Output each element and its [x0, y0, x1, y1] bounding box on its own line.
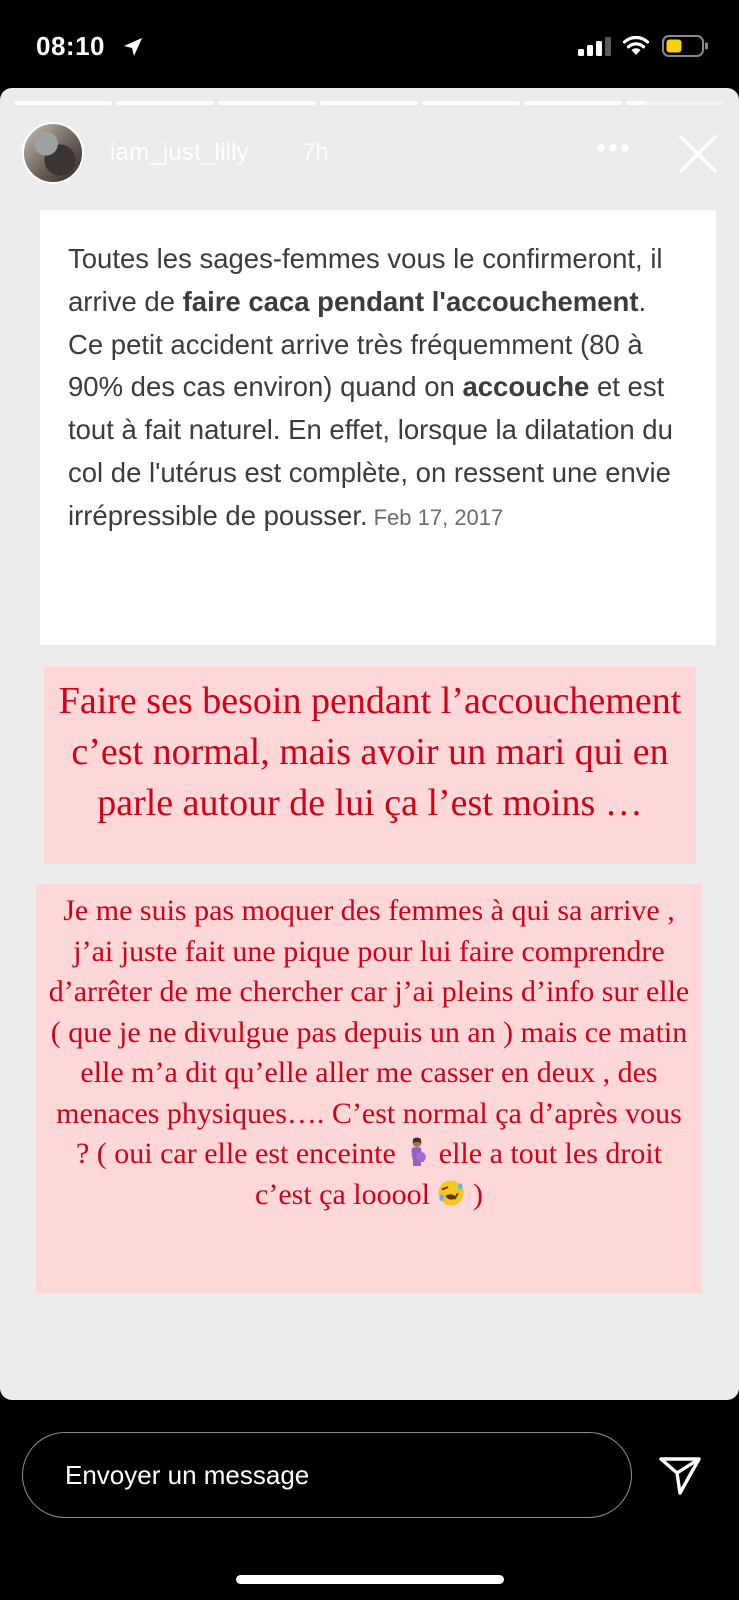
- close-icon[interactable]: [676, 132, 720, 176]
- story-progress-bar: [14, 101, 724, 105]
- home-indicator[interactable]: [236, 1575, 504, 1584]
- caption-2-text-before: Je me suis pas moquer des femmes à qui s…: [48, 894, 690, 1170]
- snippet-text: Toutes les sages-femmes vous le confirme…: [68, 238, 686, 540]
- location-arrow-icon: [124, 38, 142, 56]
- story-time-ago: 7h: [302, 139, 329, 166]
- progress-segment: [626, 101, 724, 105]
- message-input[interactable]: Envoyer un message: [22, 1432, 632, 1518]
- progress-segment: [218, 101, 316, 105]
- cellular-signal-icon: [578, 37, 611, 56]
- progress-segment: [524, 101, 622, 105]
- status-time: 08:10: [36, 31, 105, 61]
- progress-segment: [320, 101, 418, 105]
- story-caption-2: Je me suis pas moquer des femmes à qui s…: [36, 884, 702, 1294]
- avatar[interactable]: [22, 122, 84, 184]
- caption-1-text: Faire ses besoin pendant l’accouchement …: [58, 680, 682, 824]
- more-icon[interactable]: •••: [592, 134, 636, 168]
- story-username[interactable]: iam_just_lilly: [110, 139, 249, 167]
- snippet-bold-1: faire caca pendant l'accouchement: [182, 285, 639, 317]
- story-panel[interactable]: iam_just_lilly 7h ••• Toutes les sages-f…: [0, 88, 739, 1400]
- message-placeholder: Envoyer un message: [65, 1460, 310, 1490]
- caption-2-text-end: ): [472, 1177, 483, 1211]
- snippet-bold-2: accouche: [462, 371, 590, 403]
- rolling-laughing-emoji: [438, 1179, 465, 1206]
- story-header: iam_just_lilly 7h •••: [0, 122, 739, 184]
- instagram-story-screen: 08:10 iam_just_lilly 7h ••• Toutes les s…: [0, 0, 739, 1600]
- snippet-date: Feb 17, 2017: [373, 504, 504, 530]
- story-caption-1: Faire ses besoin pendant l’accouchement …: [44, 666, 696, 864]
- battery-icon: [662, 35, 708, 57]
- progress-segment: [422, 101, 520, 105]
- progress-segment: [116, 101, 214, 105]
- send-icon[interactable]: [656, 1451, 704, 1499]
- progress-segment: [14, 101, 112, 105]
- pregnant-woman-emoji: [411, 1137, 427, 1166]
- search-result-screenshot: Toutes les sages-femmes vous le confirme…: [40, 210, 716, 645]
- wifi-icon: [622, 35, 650, 55]
- status-bar: 08:10: [0, 0, 739, 88]
